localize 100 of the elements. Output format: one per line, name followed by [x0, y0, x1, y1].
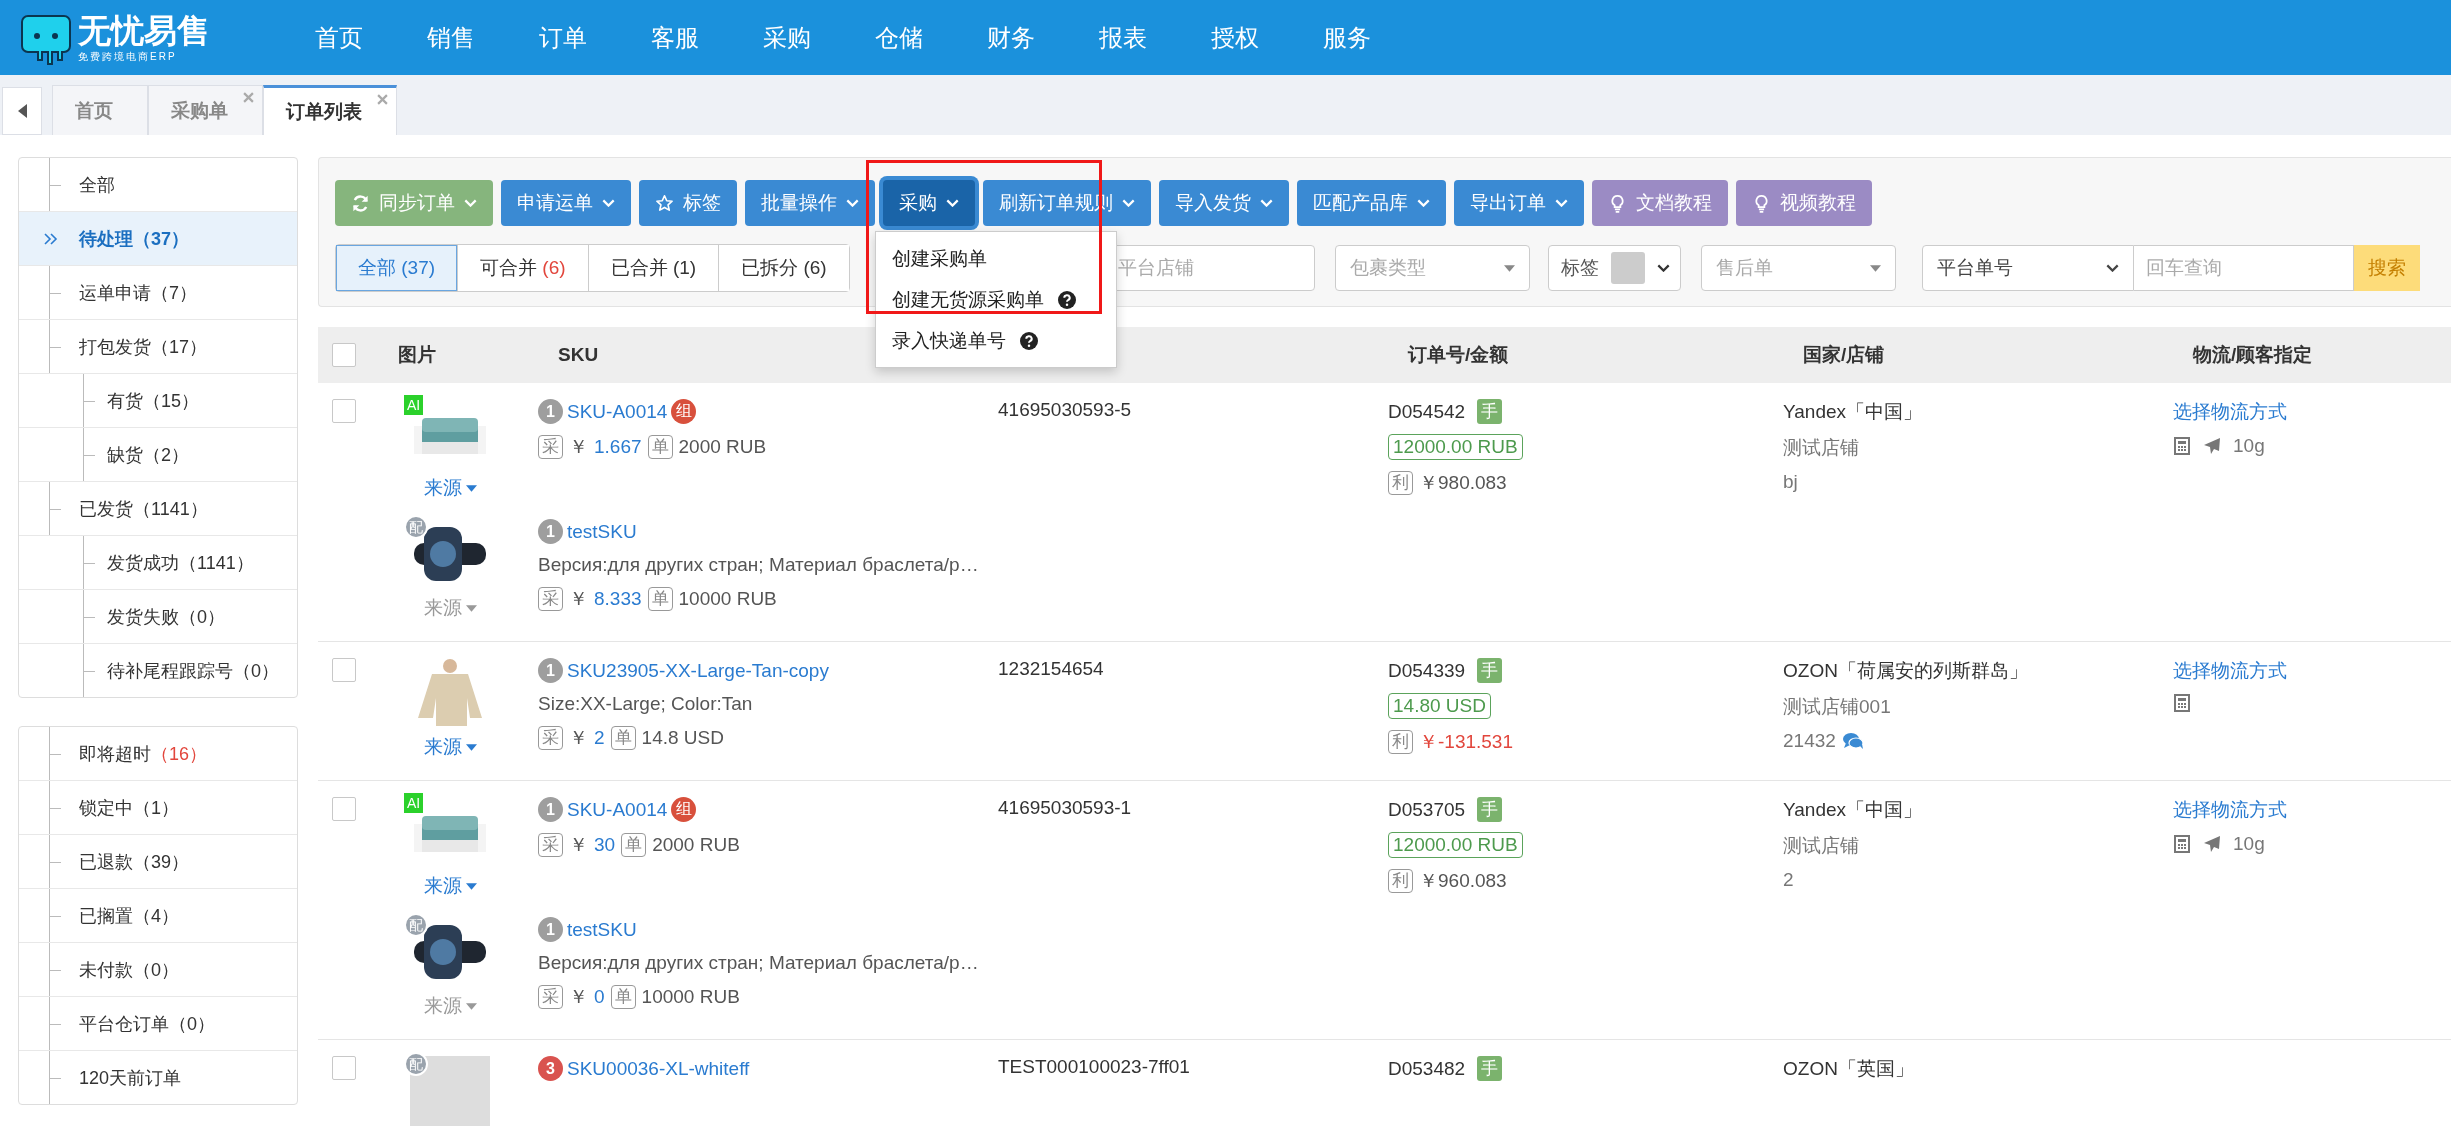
image-tag: 配 [404, 1052, 428, 1076]
search-field[interactable]: 回车查询 [2133, 245, 2354, 291]
calculator-icon[interactable] [2173, 694, 2191, 712]
sku-link[interactable]: SKU23905-XX-Large-Tan-copy [567, 659, 829, 682]
sidebar-item[interactable]: 已退款（39） [19, 835, 297, 889]
source-link[interactable]: 来源 [423, 475, 477, 501]
sidebar-item[interactable]: 发货失败（0） [19, 590, 297, 644]
source-link[interactable]: 来源 [423, 993, 477, 1019]
scroll-left-button[interactable] [2, 87, 42, 135]
sku-link[interactable]: SKU-A0014 [567, 400, 668, 423]
after-sale-select[interactable]: 售后单 [1700, 245, 1896, 291]
sidebar-item[interactable]: 未付款（0） [19, 943, 297, 997]
nav-item[interactable]: 服务 [1291, 0, 1403, 75]
menu-item[interactable]: 录入快递单号 [876, 320, 1116, 361]
chevron-down-icon [846, 199, 859, 207]
sidebar-item[interactable]: 运单申请（7） [19, 266, 297, 320]
platform-order-number: 41695030593-5 [997, 399, 1133, 421]
package-weight: 10g [2233, 833, 2265, 855]
toolbar-button[interactable]: 视频教程 [1736, 180, 1872, 226]
sku-link[interactable]: SKU-A0014 [567, 798, 668, 821]
row-checkbox[interactable] [332, 399, 356, 423]
close-icon[interactable] [377, 94, 388, 105]
toolbar-button[interactable]: 标签 [639, 180, 737, 226]
search-type-select[interactable]: 平台单号 [1921, 245, 2134, 291]
choose-logistics-link[interactable]: 选择物流方式 [2173, 658, 2451, 684]
sidebar-item[interactable]: 锁定中（1） [19, 781, 297, 835]
nav-item[interactable]: 销售 [395, 0, 507, 75]
sidebar-item[interactable]: 已发货（1141） [19, 482, 297, 536]
price-tag: 单 [621, 833, 647, 857]
quantity-badge: 1 [538, 797, 563, 822]
cost-value[interactable]: 1.667 [594, 436, 642, 458]
select-all-checkbox[interactable] [332, 343, 356, 367]
calculator-icon[interactable] [2173, 437, 2191, 455]
cost-value[interactable]: 0 [594, 986, 605, 1008]
nav-item[interactable]: 首页 [283, 0, 395, 75]
nav-item[interactable]: 财务 [955, 0, 1067, 75]
choose-logistics-link[interactable]: 选择物流方式 [2173, 399, 2451, 425]
image-tag: 配 [404, 515, 428, 539]
sidebar-item[interactable]: 缺货（2） [19, 428, 297, 482]
manual-badge: 手 [1477, 399, 1503, 424]
manual-badge: 手 [1477, 797, 1503, 822]
toolbar-button[interactable]: 同步订单 [335, 180, 493, 226]
sidebar-item[interactable]: 平台仓订单（0） [19, 997, 297, 1051]
sidebar-item[interactable]: 打包发货（17） [19, 320, 297, 374]
nav-item[interactable]: 订单 [507, 0, 619, 75]
sku-link[interactable]: testSKU [567, 918, 637, 941]
profit-value: ￥960.083 [1419, 869, 1507, 893]
toolbar-button[interactable]: 导入发货 [1159, 180, 1289, 226]
profit-tag: 利 [1388, 471, 1413, 495]
tab[interactable]: 采购单 [148, 85, 263, 135]
toolbar-button[interactable]: 申请运单 [501, 180, 631, 226]
nav-item[interactable]: 报表 [1067, 0, 1179, 75]
filter-tab[interactable]: 全部 (37) [336, 245, 459, 291]
toolbar-button[interactable]: 匹配产品库 [1297, 180, 1446, 226]
sidebar-item[interactable]: 120天前订单 [19, 1051, 297, 1104]
chat-icon[interactable] [1841, 732, 1864, 750]
source-link[interactable]: 来源 [423, 734, 477, 760]
platform-order-number: 41695030593-1 [997, 797, 1133, 819]
package-type-select[interactable]: 包裹类型 [1334, 245, 1530, 291]
calculator-icon[interactable] [2173, 835, 2191, 853]
image-tag: 配 [404, 913, 428, 937]
row-checkbox[interactable] [332, 797, 356, 821]
cost-value[interactable]: 30 [594, 834, 616, 856]
nav-item[interactable]: 授权 [1179, 0, 1291, 75]
choose-logistics-link[interactable]: 选择物流方式 [2173, 797, 2451, 823]
help-icon [1058, 290, 1076, 309]
nav-item[interactable]: 仓储 [843, 0, 955, 75]
nav-item[interactable]: 采购 [731, 0, 843, 75]
sidebar-item[interactable]: 有货（15） [19, 374, 297, 428]
source-link[interactable]: 来源 [423, 595, 477, 621]
sku-link[interactable]: testSKU [567, 520, 637, 543]
airplane-icon [2203, 835, 2221, 853]
cost-value[interactable]: 8.333 [594, 588, 642, 610]
nav-item[interactable]: 客服 [619, 0, 731, 75]
sidebar-item[interactable]: 已搁置（4） [19, 889, 297, 943]
sku-link[interactable]: SKU00036-XL-whiteff [567, 1057, 750, 1080]
sidebar-item[interactable]: 待处理（37） [19, 212, 297, 266]
row-checkbox[interactable] [332, 1056, 356, 1080]
source-link[interactable]: 来源 [423, 873, 477, 899]
platform-country: OZON「英国」 [1783, 1057, 1915, 1081]
tab[interactable]: 首页 [52, 85, 148, 135]
toolbar-button[interactable]: 导出订单 [1454, 180, 1584, 226]
tab[interactable]: 订单列表 [263, 85, 397, 135]
toolbar-button[interactable]: 文档教程 [1592, 180, 1728, 226]
cost-value[interactable]: 2 [594, 727, 605, 749]
caret-icon [465, 604, 477, 612]
sidebar-item[interactable]: 发货成功（1141） [19, 536, 297, 590]
close-icon[interactable] [243, 92, 254, 103]
toolbar-button[interactable]: 批量操作 [745, 180, 875, 226]
caret-icon [465, 484, 477, 492]
quantity-badge: 1 [538, 658, 563, 683]
sidebar-item[interactable]: 待补尾程跟踪号（0） [19, 644, 297, 697]
row-checkbox[interactable] [332, 658, 356, 682]
tag-select[interactable]: 标签 [1547, 245, 1681, 291]
cost-tag: 采 [538, 726, 563, 750]
quantity-badge: 1 [538, 519, 563, 544]
order-number: D053482 [1388, 1057, 1466, 1080]
chevron-down-icon [1656, 264, 1670, 272]
sidebar-item[interactable]: 即将超时（16） [19, 727, 297, 781]
search-button[interactable]: 搜索 [2353, 245, 2420, 291]
